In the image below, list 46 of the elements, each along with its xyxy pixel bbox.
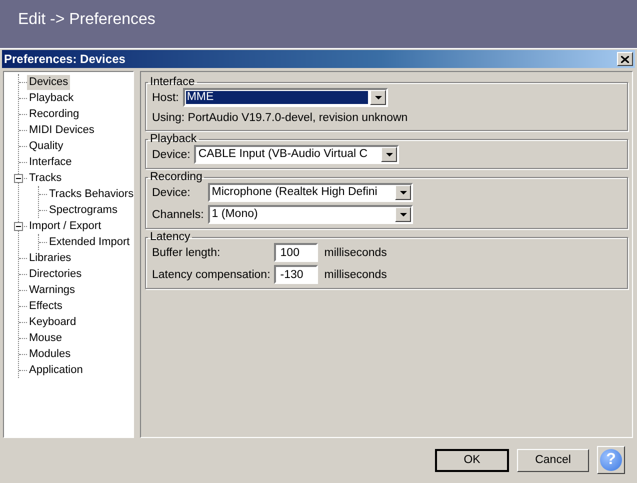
- close-button[interactable]: [617, 52, 633, 66]
- tree-item[interactable]: Devices: [27, 74, 70, 90]
- group-title: Recording: [149, 171, 204, 183]
- group-title: Interface: [149, 76, 196, 88]
- group-title: Latency: [149, 231, 192, 243]
- field-label: Latency compensation:: [152, 268, 270, 280]
- tree-item[interactable]: MIDI Devices: [27, 122, 96, 138]
- tree-item[interactable]: Keyboard: [27, 314, 78, 330]
- dialog-title: Preferences: Devices: [4, 52, 126, 66]
- tree-item[interactable]: Quality: [27, 138, 66, 154]
- unit-label: milliseconds: [324, 246, 387, 258]
- tree-item[interactable]: Libraries: [27, 250, 74, 266]
- tree-item[interactable]: Modules: [27, 346, 73, 362]
- close-icon[interactable]: [621, 56, 629, 62]
- dialog-button[interactable]: OK: [435, 448, 509, 472]
- tree-item[interactable]: Directories: [27, 266, 84, 282]
- tree-item[interactable]: Warnings: [27, 282, 78, 298]
- group-title: Playback: [149, 133, 198, 145]
- tree-item[interactable]: Spectrograms: [47, 202, 120, 218]
- tree-item[interactable]: Application: [27, 362, 85, 378]
- tree-item[interactable]: Interface: [27, 154, 74, 170]
- dropdown[interactable]: MME: [182, 88, 388, 107]
- dropdown[interactable]: Microphone (Realtek High Defini: [208, 183, 413, 202]
- tree-item[interactable]: Import / Export: [27, 218, 104, 234]
- info-text: Using: PortAudio V19.7.0-devel, revision unknown: [152, 111, 409, 126]
- number-field[interactable]: 100: [274, 243, 318, 262]
- tree-item[interactable]: Tracks: [27, 170, 64, 186]
- field-label: Channels:: [152, 208, 204, 220]
- field-label: Buffer length:: [152, 246, 222, 258]
- number-field[interactable]: -130: [274, 265, 318, 284]
- unit-label: milliseconds: [324, 268, 387, 280]
- field-label: Device:: [152, 186, 192, 198]
- tree-item[interactable]: Mouse: [27, 330, 64, 346]
- collapse-icon[interactable]: [14, 174, 23, 182]
- tree-item[interactable]: Extended Import: [47, 234, 132, 250]
- tree-item[interactable]: Playback: [27, 90, 76, 106]
- tree-item[interactable]: Tracks Behaviors: [47, 186, 136, 202]
- dropdown[interactable]: 1 (Mono): [208, 205, 413, 224]
- collapse-icon[interactable]: [14, 222, 23, 230]
- dialog-button[interactable]: Cancel: [517, 448, 589, 472]
- tree-item[interactable]: Recording: [27, 106, 82, 122]
- dropdown[interactable]: CABLE Input (VB-Audio Virtual C: [194, 145, 400, 164]
- top-bar-title: Edit -> Preferences: [18, 11, 156, 29]
- tree-item[interactable]: Effects: [27, 298, 64, 314]
- field-label: Device:: [152, 148, 190, 160]
- field-label: Host:: [152, 92, 179, 104]
